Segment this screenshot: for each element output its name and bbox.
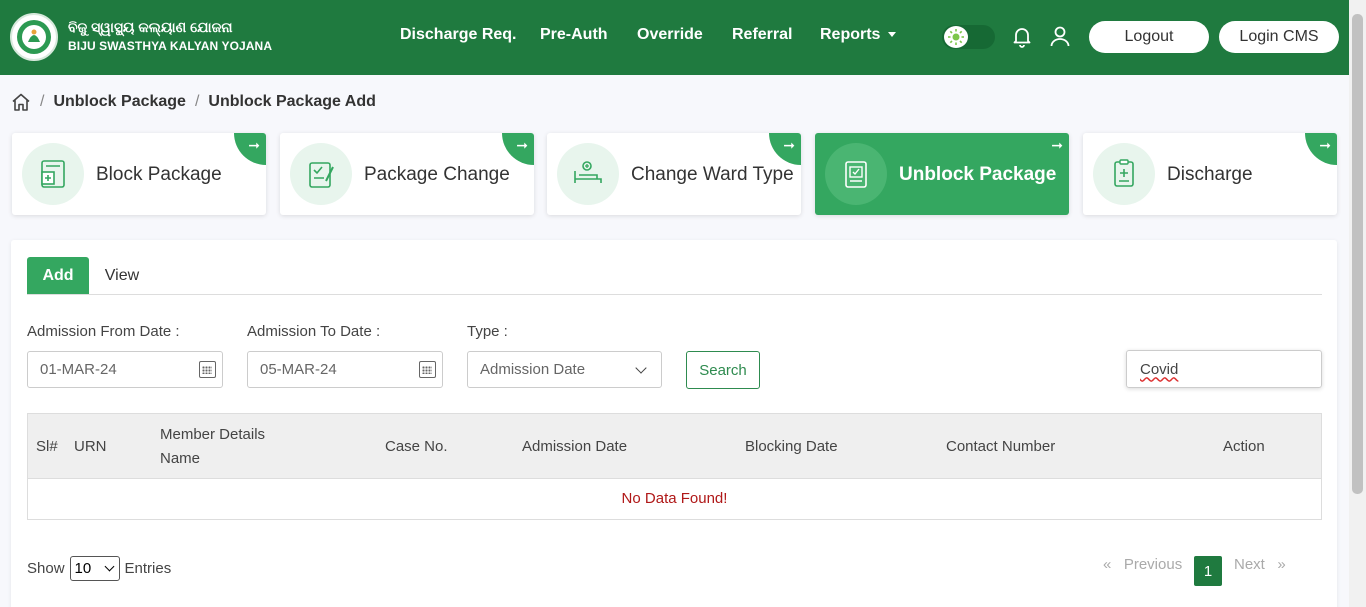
table-empty-row: No Data Found! (27, 478, 1322, 520)
from-date-value: 01-MAR-24 (40, 361, 117, 378)
caret-down-icon (888, 32, 897, 38)
page-scrollbar[interactable] (1349, 0, 1366, 607)
ward-bed-icon (557, 143, 619, 205)
login-cms-button[interactable]: Login CMS (1219, 21, 1339, 53)
logout-button[interactable]: Logout (1089, 21, 1209, 53)
th-sl: Sl# (36, 438, 58, 455)
page-size-value: 10 (74, 560, 92, 577)
to-date-value: 05-MAR-24 (260, 361, 337, 378)
discharge-icon (1093, 143, 1155, 205)
nav-referral[interactable]: Referral (732, 26, 792, 44)
main-panel: Add View Admission From Date : 01-MAR-24… (11, 240, 1337, 607)
logo-emblem-icon (17, 20, 51, 54)
card-label: Block Package (96, 164, 222, 185)
th-admission-date: Admission Date (522, 438, 628, 455)
home-icon[interactable] (11, 92, 31, 112)
brand-english: BIJU SWASTHYA KALYAN YOJANA (68, 39, 273, 53)
card-label: Discharge (1167, 164, 1253, 185)
card-discharge[interactable]: Discharge ➞ (1083, 133, 1337, 215)
sun-icon (944, 26, 968, 48)
calendar-icon[interactable] (199, 361, 216, 378)
nav-reports[interactable]: Reports (820, 26, 897, 44)
card-block-package[interactable]: Block Package ➞ (12, 133, 266, 215)
filter-value: Covid (1140, 360, 1179, 378)
previous-page-link[interactable]: « Previous (1103, 556, 1182, 573)
arrow-right-icon: ➞ (1305, 133, 1337, 165)
type-select[interactable]: Admission Date (467, 351, 662, 388)
table-filter-input[interactable]: Covid (1126, 350, 1322, 388)
calendar-icon[interactable] (419, 361, 436, 378)
th-action: Action (1223, 438, 1265, 455)
type-label: Type : (467, 323, 508, 340)
card-change-ward-type[interactable]: Change Ward Type ➞ (547, 133, 801, 215)
next-page-link[interactable]: Next » (1234, 556, 1286, 573)
brand-name: ବିଜୁ ସ୍ୱାସ୍ଥ୍ୟ କଲ୍ୟାଣ ଯୋଜନା BIJU SWASTHY… (68, 18, 272, 55)
to-date-input[interactable]: 05-MAR-24 (247, 351, 443, 388)
top-header: ବିଜୁ ସ୍ୱାସ୍ଥ୍ୟ କଲ୍ୟାଣ ଯୋଜନା BIJU SWASTHY… (0, 0, 1349, 75)
breadcrumb: / Unblock Package / Unblock Package Add (11, 92, 376, 112)
arrow-right-icon: ➞ (1051, 137, 1063, 153)
unblock-package-icon (825, 143, 887, 205)
type-select-value: Admission Date (480, 361, 586, 378)
card-label: Package Change (364, 164, 510, 185)
breadcrumb-unblock-package[interactable]: Unblock Package (53, 93, 186, 111)
page-size-control: Show 10 Entries (27, 556, 171, 581)
th-urn: URN (74, 438, 107, 455)
th-case-no: Case No. (385, 438, 448, 455)
nav-override[interactable]: Override (637, 26, 703, 44)
card-label: Unblock Package (899, 164, 1057, 185)
nav-discharge-req[interactable]: Discharge Req. (400, 26, 516, 44)
page-1-button[interactable]: 1 (1194, 556, 1222, 586)
tab-view[interactable]: View (95, 257, 149, 294)
search-button[interactable]: Search (686, 351, 760, 389)
th-member-details: Member Details (160, 426, 266, 443)
tab-divider (27, 294, 1322, 295)
page-size-select[interactable]: 10 (69, 556, 120, 581)
th-name: Name (160, 450, 201, 467)
theme-toggle[interactable] (942, 25, 995, 49)
card-unblock-package[interactable]: Unblock Package ➞ (815, 133, 1069, 215)
tab-add[interactable]: Add (27, 257, 89, 294)
from-date-label: Admission From Date : (27, 323, 180, 340)
user-icon[interactable] (1048, 24, 1072, 48)
brand-odia: ବିଜୁ ସ୍ୱାସ୍ଥ୍ୟ କଲ୍ୟାଣ ଯୋଜନା (68, 19, 233, 35)
arrow-right-icon: ➞ (234, 133, 266, 165)
to-date-label: Admission To Date : (247, 323, 381, 340)
table-header: Sl# URN Member Details Name Case No. Adm… (27, 413, 1322, 479)
from-date-input[interactable]: 01-MAR-24 (27, 351, 223, 388)
th-contact-number: Contact Number (946, 438, 1056, 455)
no-data-message: No Data Found! (621, 490, 728, 507)
scrollbar-thumb[interactable] (1352, 14, 1363, 494)
bell-icon[interactable] (1010, 24, 1034, 48)
nav-reports-label: Reports (820, 26, 881, 43)
arrow-right-icon: ➞ (502, 133, 534, 165)
show-label: Show (27, 560, 65, 577)
arrow-right-icon: ➞ (769, 133, 801, 165)
breadcrumb-separator: / (40, 93, 45, 110)
block-package-icon (22, 143, 84, 205)
card-label: Change Ward Type (631, 164, 794, 185)
chevron-down-icon (635, 362, 647, 374)
card-package-change[interactable]: Package Change ➞ (280, 133, 534, 215)
package-change-icon (290, 143, 352, 205)
entries-label: Entries (124, 560, 172, 577)
th-blocking-date: Blocking Date (745, 438, 838, 455)
breadcrumb-separator: / (194, 93, 200, 110)
nav-pre-auth[interactable]: Pre-Auth (540, 26, 608, 44)
breadcrumb-current: Unblock Package Add (208, 93, 376, 110)
bsky-logo[interactable] (10, 13, 58, 61)
